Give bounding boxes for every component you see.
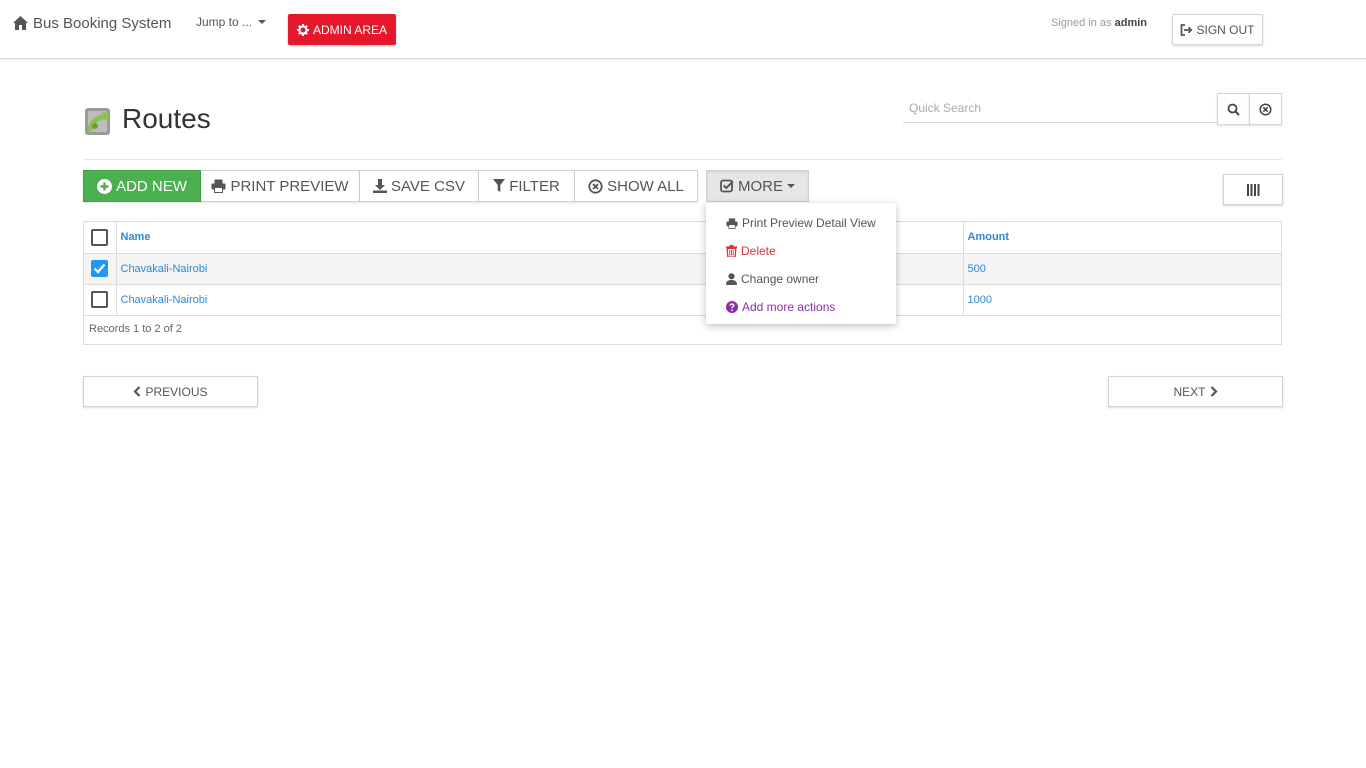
search-icon — [1227, 103, 1240, 116]
column-header-name[interactable]: Name — [116, 222, 707, 254]
user-icon — [726, 273, 737, 285]
more-actions-button[interactable]: MORE — [706, 170, 809, 202]
show-all-button[interactable]: SHOW ALL — [575, 170, 698, 202]
action-toolbar: ADD NEW PRINT PREVIEW SAVE CSV FILTER SH… — [83, 170, 698, 202]
caret-down-icon — [258, 20, 267, 24]
print-icon — [726, 217, 738, 229]
previous-button[interactable]: PREVIOUS — [83, 376, 258, 407]
clear-search-button[interactable] — [1249, 93, 1282, 125]
table-footer-row: Records 1 to 2 of 2 — [84, 315, 1281, 343]
table-row: Chavakali-Nairobi 500 — [84, 253, 1281, 285]
select-all-checkbox[interactable] — [91, 228, 109, 246]
sign-out-icon — [1180, 23, 1193, 36]
next-label: NEXT — [1173, 384, 1206, 399]
signed-in-prefix: Signed in as — [1051, 17, 1112, 29]
chevron-left-icon — [133, 386, 141, 397]
add-new-button[interactable]: ADD NEW — [83, 170, 201, 202]
menu-item-print-preview-detail[interactable]: Print Preview Detail View — [706, 209, 896, 237]
menu-item-label: Delete — [741, 244, 776, 258]
signed-in-text: Signed in as admin — [1051, 17, 1147, 29]
menu-item-label: Change owner — [741, 272, 820, 286]
question-circle-icon — [726, 301, 738, 313]
next-button[interactable]: NEXT — [1108, 376, 1283, 407]
home-icon — [12, 15, 29, 31]
row-checkbox[interactable] — [91, 291, 109, 308]
top-navbar: Bus Booking System Jump to ... ADMIN ARE… — [0, 0, 1366, 59]
records-count: Records 1 to 2 of 2 — [89, 323, 182, 336]
previous-label: PREVIOUS — [145, 384, 208, 399]
jump-to-dropdown[interactable]: Jump to ... — [196, 15, 267, 29]
jump-to-label: Jump to ... — [196, 15, 253, 29]
column-header-amount[interactable]: Amount — [963, 222, 1281, 254]
admin-area-label: ADMIN AREA — [312, 22, 387, 37]
search-input[interactable] — [903, 93, 1217, 123]
search-button[interactable] — [1217, 93, 1250, 125]
filter-button[interactable]: FILTER — [479, 170, 575, 202]
print-preview-label: PRINT PREVIEW — [230, 177, 349, 195]
table-header-row: Name Amount — [84, 222, 1281, 254]
header-divider — [83, 159, 1282, 160]
route-amount-link[interactable]: 1000 — [963, 284, 1281, 316]
columns-icon — [1246, 183, 1260, 196]
menu-item-label: Add more actions — [742, 300, 836, 314]
trash-icon — [726, 245, 737, 257]
table-row: Chavakali-Nairobi 1000 — [84, 284, 1281, 316]
save-csv-button[interactable]: SAVE CSV — [360, 170, 479, 202]
menu-item-label: Print Preview Detail View — [742, 216, 876, 230]
sign-out-button[interactable]: SIGN OUT — [1172, 14, 1263, 45]
route-amount-link[interactable]: 500 — [963, 253, 1281, 285]
print-icon — [211, 179, 226, 193]
show-all-label: SHOW ALL — [607, 177, 684, 195]
download-icon — [373, 179, 388, 193]
admin-area-button[interactable]: ADMIN AREA — [288, 14, 396, 45]
clear-circle-icon — [588, 178, 603, 194]
chevron-right-icon — [1210, 386, 1218, 397]
brand-link[interactable]: Bus Booking System — [12, 13, 171, 33]
caret-down-icon — [787, 184, 795, 188]
route-name-link[interactable]: Chavakali-Nairobi — [116, 253, 707, 285]
print-preview-button[interactable]: PRINT PREVIEW — [201, 170, 360, 202]
menu-item-delete[interactable]: Delete — [706, 237, 896, 265]
row-select-cell — [84, 253, 117, 285]
route-name-link[interactable]: Chavakali-Nairobi — [116, 284, 707, 316]
sign-out-label: SIGN OUT — [1196, 22, 1255, 37]
brand-label: Bus Booking System — [33, 14, 172, 32]
filter-icon — [493, 179, 506, 193]
gear-icon — [296, 23, 309, 36]
more-actions-menu: Print Preview Detail View Delete Change … — [706, 203, 896, 324]
row-checkbox-checked[interactable] — [91, 260, 109, 277]
menu-item-change-owner[interactable]: Change owner — [706, 265, 896, 293]
row-select-cell — [84, 284, 117, 316]
check-square-icon — [720, 179, 734, 193]
plus-circle-icon — [97, 178, 113, 194]
select-all-cell — [84, 222, 117, 254]
check-icon — [93, 263, 106, 274]
username: admin — [1114, 17, 1148, 29]
page-title: Routes — [122, 103, 211, 134]
routes-table: Name Amount Chavakali-Nairobi 500 Chavak… — [83, 221, 1282, 345]
columns-button[interactable] — [1223, 174, 1283, 205]
more-label: MORE — [738, 177, 783, 195]
filter-label: FILTER — [509, 177, 560, 195]
routes-icon — [83, 105, 115, 137]
add-new-label: ADD NEW — [116, 177, 187, 195]
clear-circle-icon — [1259, 102, 1272, 116]
quick-search — [903, 93, 1282, 125]
menu-item-add-more-actions[interactable]: Add more actions — [706, 293, 896, 321]
save-csv-label: SAVE CSV — [391, 177, 465, 195]
